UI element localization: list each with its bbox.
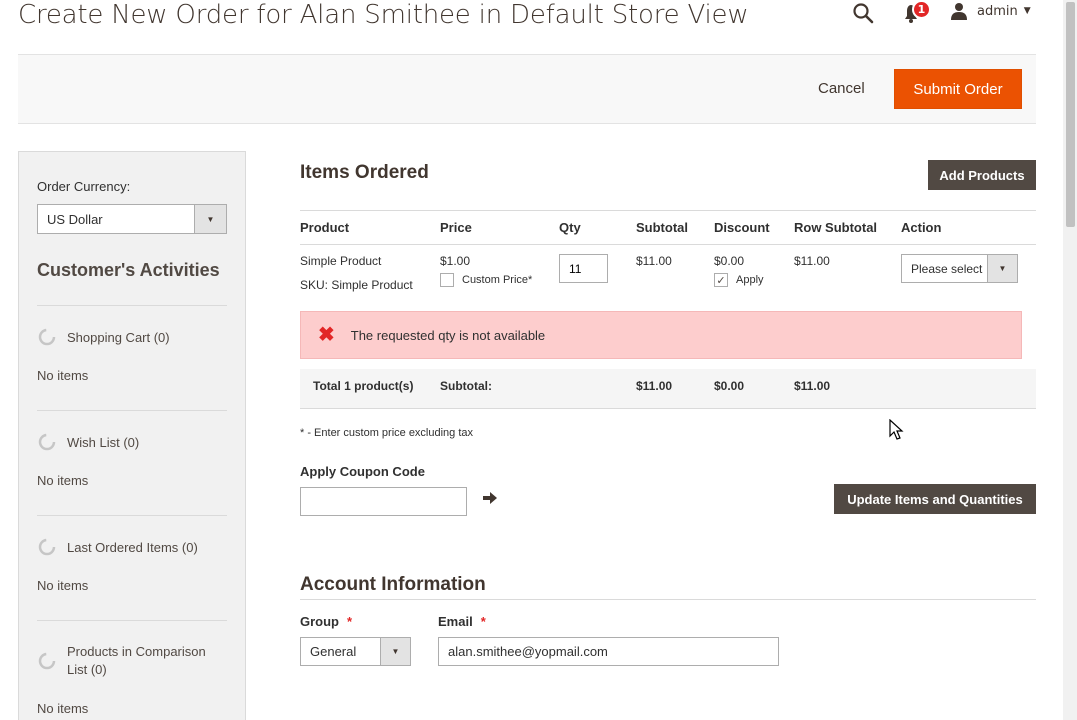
group-select[interactable]: General ▼ <box>300 637 411 666</box>
arrow-right-icon[interactable] <box>482 490 498 506</box>
notification-badge[interactable]: 1 <box>912 0 931 19</box>
email-field[interactable] <box>438 637 779 666</box>
refresh-icon[interactable] <box>37 327 57 347</box>
empty-text: No items <box>37 578 89 593</box>
sidebar-item-shopping-cart[interactable]: Shopping Cart (0) <box>37 327 227 347</box>
column-header-discount: Discount <box>714 220 770 235</box>
qty-input[interactable] <box>559 254 608 283</box>
column-header-product: Product <box>300 220 350 235</box>
sidebar-item-label: Shopping Cart (0) <box>67 329 170 345</box>
sidebar-item-wish-list[interactable]: Wish List (0) <box>37 432 227 452</box>
group-label-text: Group <box>300 614 339 629</box>
update-items-button[interactable]: Update Items and Quantities <box>834 484 1036 514</box>
group-select-value: General <box>310 644 357 659</box>
product-name: Simple Product <box>300 254 382 268</box>
action-select[interactable]: Please select ▼ <box>901 254 1018 283</box>
sidebar-item-last-ordered[interactable]: Last Ordered Items (0) <box>37 537 227 557</box>
divider <box>37 305 227 306</box>
divider <box>37 515 227 516</box>
product-price: $1.00 <box>440 254 471 268</box>
column-header-row-subtotal: Row Subtotal <box>794 220 878 235</box>
empty-text: No items <box>37 701 89 716</box>
currency-select[interactable]: US Dollar ▼ <box>37 204 227 234</box>
total-products-label: Total 1 product(s) <box>313 379 414 393</box>
column-header-subtotal: Subtotal <box>636 220 688 235</box>
refresh-icon[interactable] <box>37 432 57 452</box>
sidebar-heading: Customer's Activities <box>37 260 220 280</box>
sidebar-item-label: Last Ordered Items (0) <box>67 539 198 555</box>
chevron-down-icon: ▼ <box>987 255 1017 282</box>
submit-order-button[interactable]: Submit Order <box>894 69 1022 109</box>
sidebar-item-label: Products in Comparison List (0) <box>67 644 206 677</box>
table-header-border <box>300 244 1036 245</box>
custom-price-option[interactable]: Custom Price* <box>440 273 532 287</box>
currency-label: Order Currency: <box>37 179 131 194</box>
sidebar: Order Currency: US Dollar ▼ Customer's A… <box>18 151 246 720</box>
page-title: Create New Order for Alan Smithee in Def… <box>18 0 749 30</box>
required-marker: * <box>347 614 353 629</box>
column-header-price: Price <box>440 220 472 235</box>
error-message: ✖ The requested qty is not available <box>300 311 1022 359</box>
action-select-value: Please select <box>911 262 983 276</box>
account-information-title: Account Information <box>300 574 486 595</box>
product-sku: SKU: Simple Product <box>300 278 413 292</box>
divider <box>37 410 227 411</box>
cancel-button[interactable]: Cancel <box>818 80 865 97</box>
email-label: Email * <box>438 614 486 629</box>
error-text: The requested qty is not available <box>350 327 546 343</box>
user-menu[interactable]: admin ▼ <box>950 2 1031 20</box>
refresh-icon[interactable] <box>37 537 57 557</box>
error-x-icon: ✖ <box>318 324 335 346</box>
search-icon[interactable] <box>852 2 874 24</box>
column-header-qty: Qty <box>559 220 581 235</box>
chevron-down-icon: ▼ <box>380 638 410 665</box>
chevron-down-icon: ▼ <box>194 205 226 233</box>
user-icon <box>951 3 967 20</box>
table-top-border <box>300 210 1036 211</box>
refresh-icon[interactable] <box>37 651 57 671</box>
group-label: Group * <box>300 614 352 629</box>
user-name: admin <box>977 3 1018 19</box>
scrollbar-thumb[interactable] <box>1066 2 1075 227</box>
totals-subtotal-label: Subtotal: <box>440 379 492 393</box>
empty-text: No items <box>37 368 89 383</box>
currency-value: US Dollar <box>47 212 103 227</box>
chevron-down-icon: ▼ <box>1023 6 1031 16</box>
row-subtotal-value: $11.00 <box>636 254 672 268</box>
items-ordered-title: Items Ordered <box>300 162 429 183</box>
apply-discount-option[interactable]: ✓ Apply <box>714 273 764 287</box>
apply-discount-checkbox[interactable]: ✓ <box>714 273 728 287</box>
required-marker: * <box>480 614 486 629</box>
mouse-cursor-icon <box>889 419 904 440</box>
empty-text: No items <box>37 473 89 488</box>
totals-row-subtotal: $11.00 <box>794 379 831 393</box>
sidebar-item-label: Wish List (0) <box>67 434 140 450</box>
section-divider <box>300 599 1036 600</box>
totals-subtotal: $11.00 <box>636 379 673 393</box>
row-discount-value: $0.00 <box>714 254 745 268</box>
coupon-label: Apply Coupon Code <box>300 464 425 479</box>
row-total-value: $11.00 <box>794 254 830 268</box>
coupon-code-input[interactable] <box>300 487 467 516</box>
add-products-button[interactable]: Add Products <box>928 160 1036 190</box>
divider <box>37 620 227 621</box>
custom-price-label: Custom Price* <box>462 274 533 286</box>
email-label-text: Email <box>438 614 473 629</box>
column-header-action: Action <box>901 220 942 235</box>
custom-price-footnote: * - Enter custom price excluding tax <box>300 427 474 439</box>
totals-discount: $0.00 <box>714 379 745 393</box>
page-actions-bar <box>18 54 1036 124</box>
apply-label: Apply <box>736 274 764 286</box>
custom-price-checkbox[interactable] <box>440 273 454 287</box>
sidebar-item-comparison[interactable]: Products in Comparison List (0) <box>37 643 227 679</box>
